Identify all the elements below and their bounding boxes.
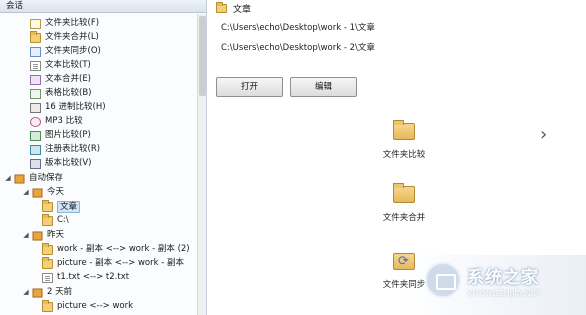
folder-sync-icon	[30, 46, 41, 57]
tool-hex-compare[interactable]: 16 进制比较(H)	[30, 101, 106, 114]
sessions-header: 会话	[0, 0, 206, 13]
action-folder-compare[interactable]: 文件夹比较	[364, 120, 444, 160]
folder-merge-icon	[30, 30, 41, 43]
session-item-selected[interactable]: 文章	[42, 199, 81, 213]
tool-registry-compare[interactable]: 注册表比较(R)	[30, 143, 100, 156]
tool-folder-sync[interactable]: 文件夹同步(O)	[30, 45, 101, 58]
folder-icon	[393, 120, 415, 140]
group-icon	[32, 288, 43, 297]
tree-node-yesterday[interactable]: ◢ 昨天	[22, 229, 64, 242]
folder-icon	[42, 242, 53, 255]
folder-merge-icon	[393, 183, 415, 203]
registry-compare-icon	[30, 144, 41, 155]
tree-node-2-days-ago[interactable]: ◢ 2 天前	[22, 286, 72, 299]
mp3-compare-icon	[30, 116, 41, 127]
picture-compare-icon	[30, 130, 41, 141]
tool-version-compare[interactable]: 版本比较(V)	[30, 157, 91, 170]
version-compare-icon	[30, 158, 41, 169]
tool-text-merge[interactable]: 文本合并(E)	[30, 73, 91, 86]
tool-folder-compare[interactable]: 文件夹比较(F)	[30, 17, 99, 30]
watermark: 系统之家 XITONGZHIJIA.NET	[425, 262, 541, 298]
tree-scrollbar[interactable]	[197, 14, 206, 315]
folder-compare-icon	[30, 18, 41, 29]
text-file-icon	[42, 272, 53, 283]
session-item[interactable]: picture <--> work	[42, 299, 133, 313]
collapse-arrow-icon[interactable]: ◢	[22, 186, 30, 199]
text-compare-icon	[30, 60, 41, 71]
open-button[interactable]: 打开	[216, 77, 283, 97]
tool-table-compare[interactable]: 表格比较(B)	[30, 87, 91, 100]
left-path: C:\Users\echo\Desktop\work - 1\文章	[221, 23, 375, 33]
watermark-url: XITONGZHIJIA.NET	[467, 288, 541, 298]
tool-mp3-compare[interactable]: MP3 比较	[30, 115, 83, 128]
tool-folder-merge[interactable]: 文件夹合并(L)	[30, 30, 99, 44]
watermark-logo-icon	[425, 262, 461, 298]
tool-picture-compare[interactable]: 图片比较(P)	[30, 129, 91, 142]
text-merge-icon	[30, 74, 41, 85]
folder-icon	[42, 256, 53, 269]
folder-icon	[216, 2, 227, 13]
session-item[interactable]: picture - 副本 <--> work - 副本	[42, 256, 184, 270]
tool-text-compare[interactable]: 文本比较(T)	[30, 59, 91, 72]
tree-node-today[interactable]: ◢ 今天	[22, 186, 64, 199]
hex-compare-icon	[30, 102, 41, 113]
collapse-arrow-icon[interactable]: ◢	[22, 286, 30, 299]
session-title-text: 文章	[233, 5, 252, 15]
session-item[interactable]: t1.txt <--> t2.txt	[42, 271, 129, 284]
scrollbar-thumb[interactable]	[199, 16, 206, 96]
collapse-arrow-icon[interactable]: ◢	[22, 229, 30, 242]
sessions-panel: 会话 文件夹比较(F) 文件夹合并(L) 文件夹同步(O) 文本比较(T) 文本…	[0, 0, 207, 315]
folder-icon	[42, 299, 53, 312]
session-title: 文章	[216, 2, 251, 15]
folder-icon	[42, 199, 53, 212]
collapse-arrow-icon[interactable]: ◢	[4, 172, 12, 185]
session-item[interactable]: C:\	[42, 213, 69, 227]
group-icon	[32, 188, 43, 197]
watermark-name: 系统之家	[467, 267, 539, 288]
session-item[interactable]: work - 副本 <--> work - 副本 (2)	[42, 242, 190, 256]
chevron-right-icon[interactable]: ›	[540, 125, 547, 145]
action-folder-merge[interactable]: 文件夹合并	[364, 183, 444, 223]
table-compare-icon	[30, 88, 41, 99]
right-path: C:\Users\echo\Desktop\work - 2\文章	[221, 43, 375, 53]
group-icon	[32, 231, 43, 240]
auto-save-icon	[14, 174, 25, 183]
tree-node-auto-save[interactable]: ◢ 自动保存	[4, 172, 63, 185]
edit-button[interactable]: 编辑	[290, 77, 357, 97]
folder-icon	[42, 213, 53, 226]
